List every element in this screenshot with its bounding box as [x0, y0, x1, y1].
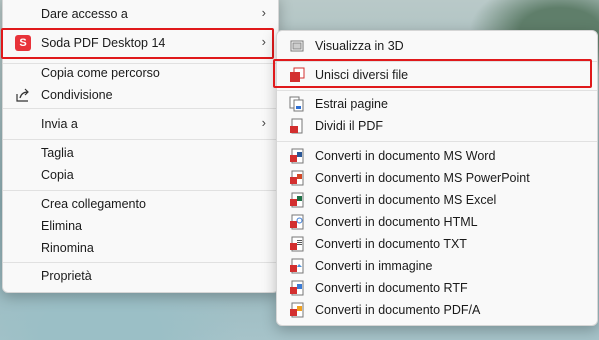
submenu-item-converti-word[interactable]: Converti in documento MS Word: [281, 145, 593, 167]
submenu-item-label: Converti in documento PDF/A: [315, 303, 481, 317]
submenu-item-dividi-pdf[interactable]: Dividi il PDF: [281, 115, 593, 137]
menu-divider: [3, 262, 278, 263]
submenu-item-label: Converti in documento MS PowerPoint: [315, 171, 530, 185]
menu-item-label: Copia: [41, 168, 74, 182]
menu-item-proprieta[interactable]: Proprietà: [7, 265, 274, 287]
pdfa-doc-icon: [289, 302, 305, 318]
submenu-item-label: Converti in documento HTML: [315, 215, 478, 229]
submenu-item-converti-html[interactable]: Converti in documento HTML: [281, 211, 593, 233]
submenu-item-label: Converti in documento RTF: [315, 281, 468, 295]
submenu-item-label: Converti in immagine: [315, 259, 433, 273]
menu-item-rinomina[interactable]: Rinomina: [7, 237, 274, 259]
highlight-box-soda: [1, 28, 274, 59]
chevron-right-icon: ›: [261, 115, 266, 130]
submenu-item-estrai-pagine[interactable]: Estrai pagine: [281, 93, 593, 115]
html-doc-icon: [289, 214, 305, 230]
share-icon: [15, 87, 31, 103]
menu-item-label: Copia come percorso: [41, 66, 160, 80]
rtf-doc-icon: [289, 280, 305, 296]
menu-item-label: Elimina: [41, 219, 82, 233]
highlight-box-unisci: [273, 59, 592, 88]
menu-item-label: Condivisione: [41, 88, 113, 102]
extract-pages-icon: [289, 96, 305, 112]
menu-item-label: Dare accesso a: [41, 7, 128, 21]
excel-doc-icon: [289, 192, 305, 208]
menu-divider: [3, 108, 278, 109]
submenu-item-converti-pdfa[interactable]: Converti in documento PDF/A: [281, 299, 593, 321]
menu-item-label: Invia a: [41, 117, 78, 131]
submenu-item-converti-rtf[interactable]: Converti in documento RTF: [281, 277, 593, 299]
menu-item-copia-percorso[interactable]: Copia come percorso: [7, 62, 274, 84]
txt-doc-icon: [289, 236, 305, 252]
submenu-item-converti-immagine[interactable]: Converti in immagine: [281, 255, 593, 277]
menu-item-dare-accesso[interactable]: Dare accesso a ›: [7, 3, 274, 25]
submenu-item-label: Dividi il PDF: [315, 119, 384, 133]
menu-item-taglia[interactable]: Taglia: [7, 142, 274, 164]
menu-item-label: Proprietà: [41, 269, 92, 283]
menu-divider: [277, 141, 597, 142]
submenu-item-label: Converti in documento TXT: [315, 237, 467, 251]
submenu-item-converti-powerpoint[interactable]: Converti in documento MS PowerPoint: [281, 167, 593, 189]
submenu-item-visualizza-3d[interactable]: Visualizza in 3D: [281, 35, 593, 57]
word-doc-icon: [289, 148, 305, 164]
split-pdf-icon: [289, 118, 305, 134]
chevron-right-icon: ›: [261, 5, 266, 20]
menu-divider: [3, 190, 278, 191]
menu-item-label: Rinomina: [41, 241, 94, 255]
submenu-item-label: Converti in documento MS Excel: [315, 193, 497, 207]
menu-divider: [3, 139, 278, 140]
submenu-item-converti-excel[interactable]: Converti in documento MS Excel: [281, 189, 593, 211]
menu-item-invia-a[interactable]: Invia a ›: [7, 113, 274, 135]
cube-icon: [289, 38, 305, 54]
image-doc-icon: [289, 258, 305, 274]
menu-item-crea-collegamento[interactable]: Crea collegamento: [7, 193, 274, 215]
menu-item-label: Crea collegamento: [41, 197, 146, 211]
submenu-item-converti-txt[interactable]: Converti in documento TXT: [281, 233, 593, 255]
menu-divider: [277, 90, 597, 91]
submenu-item-label: Converti in documento MS Word: [315, 149, 496, 163]
menu-item-label: Taglia: [41, 146, 74, 160]
submenu-item-label: Visualizza in 3D: [315, 39, 404, 53]
menu-item-elimina[interactable]: Elimina: [7, 215, 274, 237]
submenu-item-label: Estrai pagine: [315, 97, 388, 111]
menu-item-copia[interactable]: Copia: [7, 164, 274, 186]
powerpoint-doc-icon: [289, 170, 305, 186]
menu-item-condivisione[interactable]: Condivisione: [7, 84, 274, 106]
